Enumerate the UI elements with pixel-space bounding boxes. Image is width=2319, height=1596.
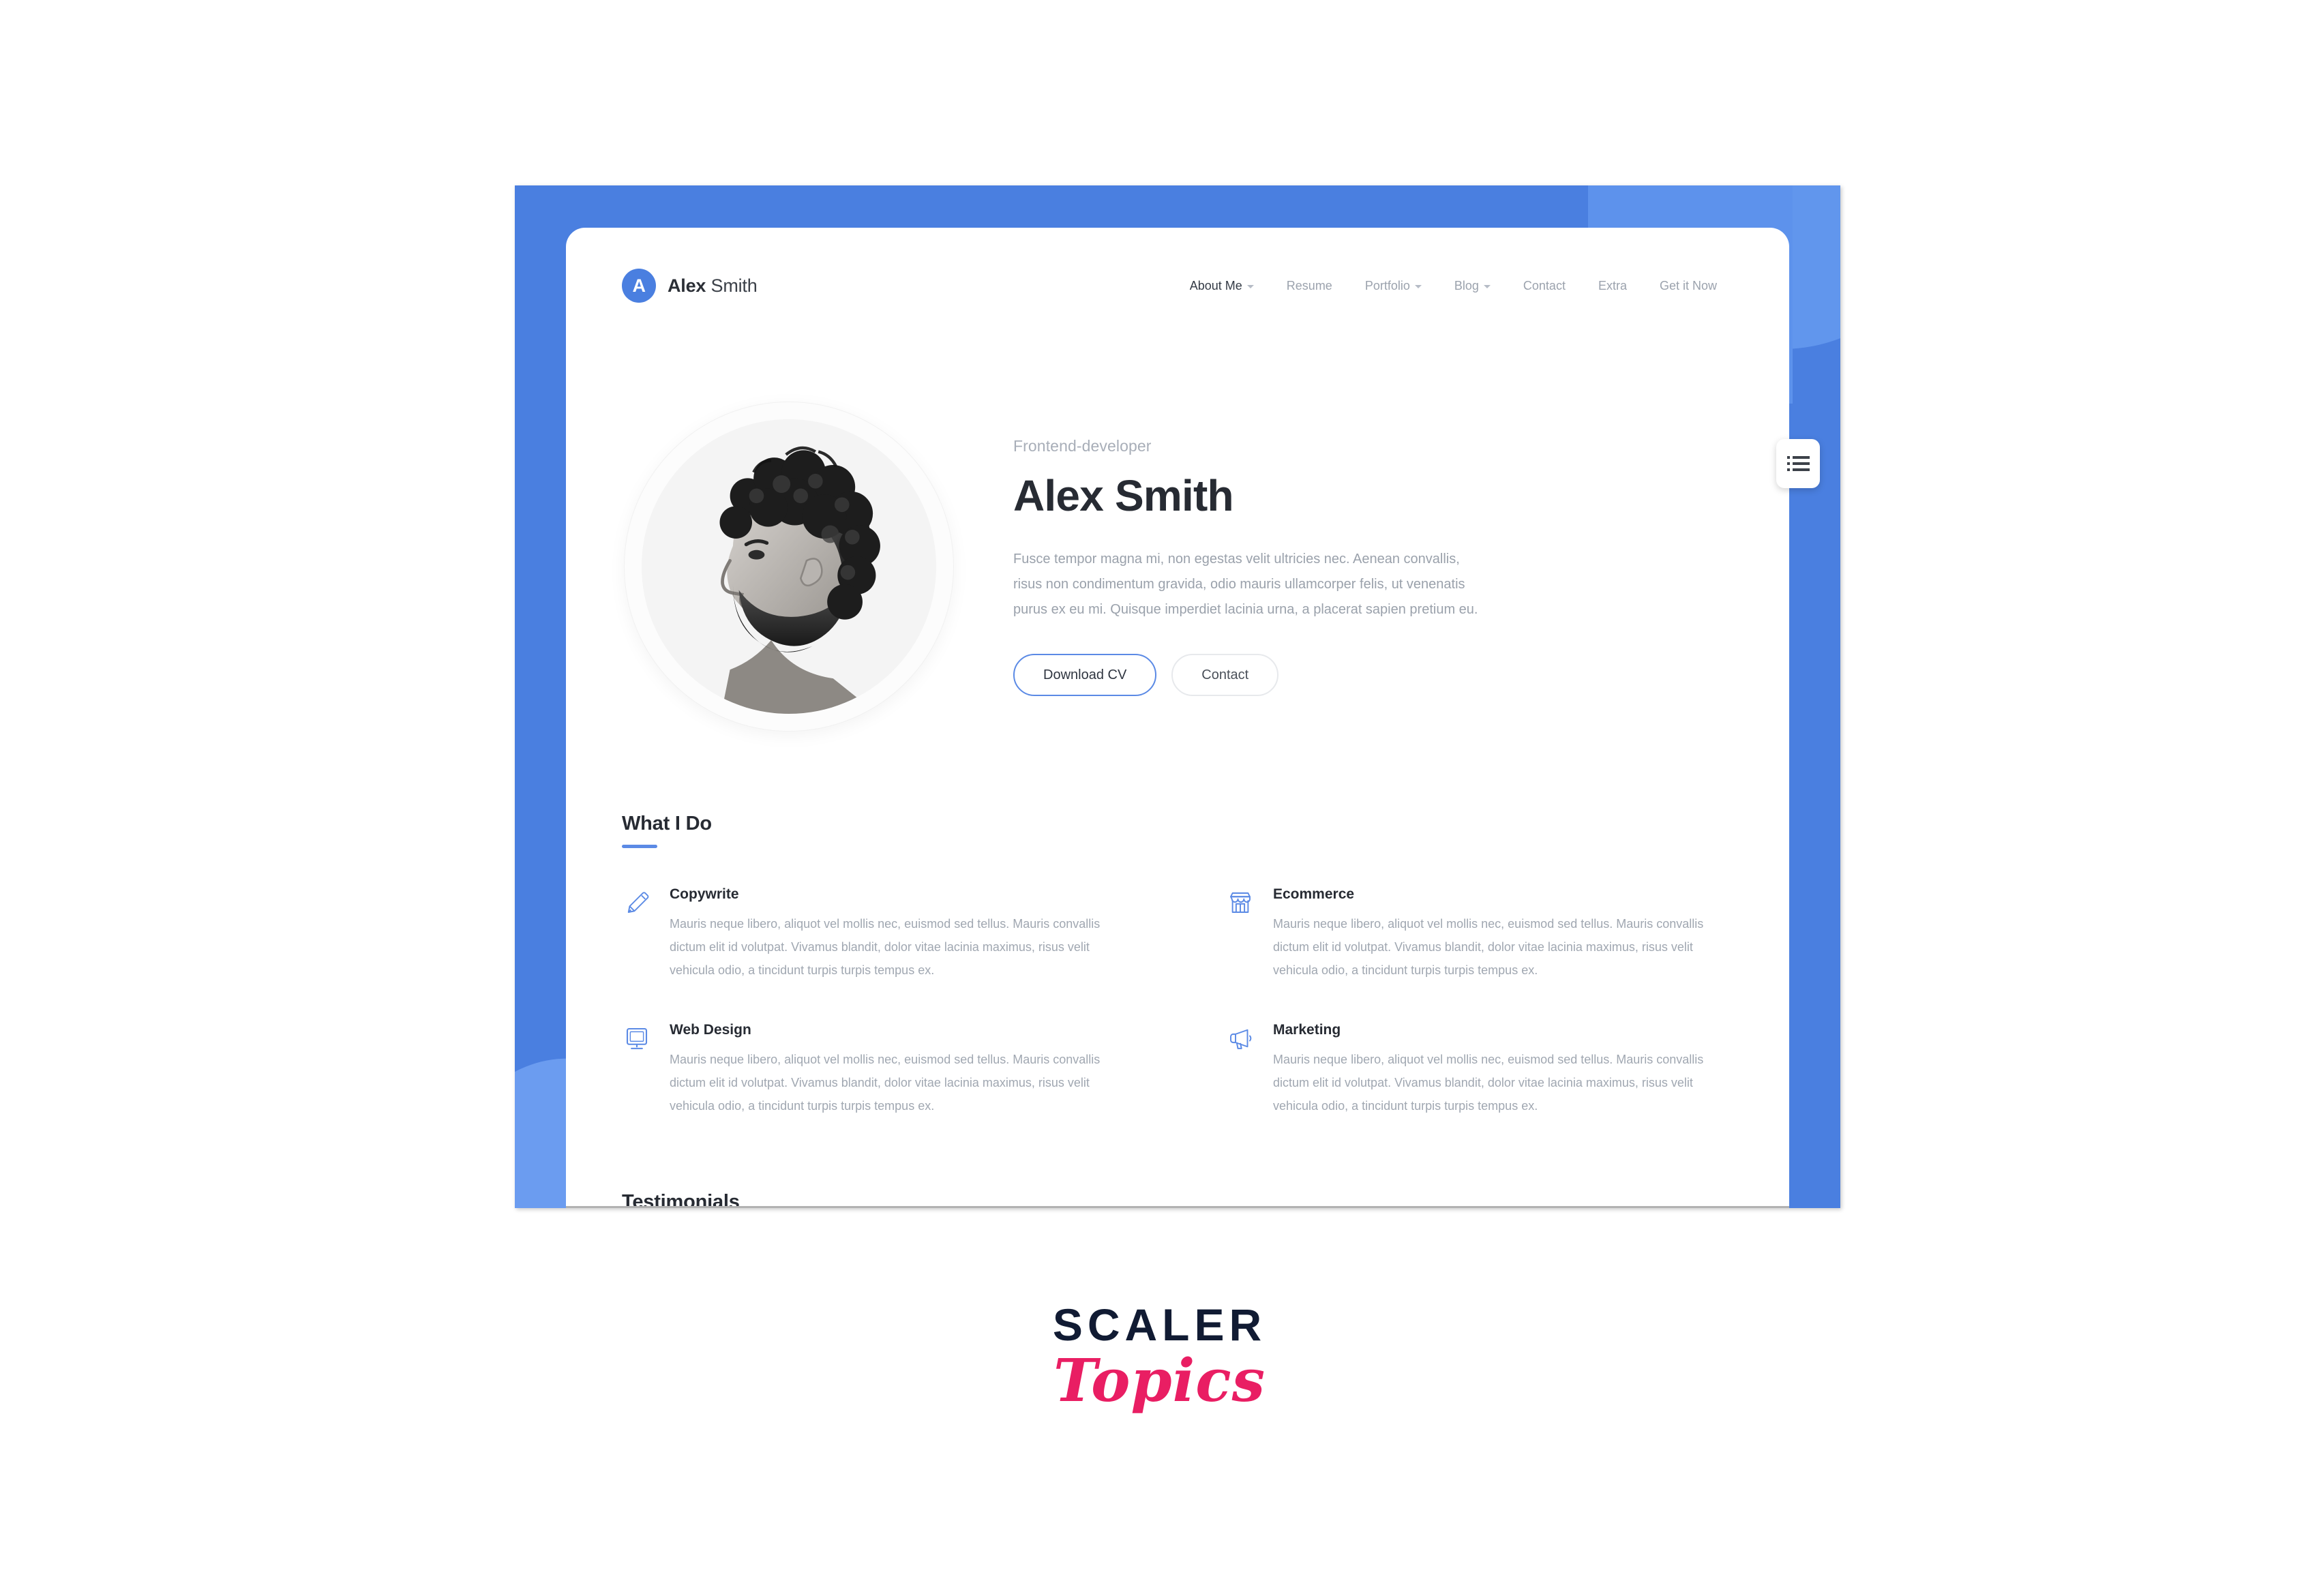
side-menu-tab[interactable]: [1776, 439, 1820, 488]
nav-label: Resume: [1286, 278, 1332, 292]
site-header: A Alex Smith About Me Resume Portfolio B…: [622, 228, 1733, 329]
list-menu-icon: [1786, 456, 1810, 471]
hero-role: Frontend-developer: [1013, 437, 1152, 455]
watermark-topics: Topics: [1053, 1346, 1266, 1415]
service-description: Mauris neque libero, aliquot vel mollis …: [670, 1052, 1101, 1113]
chevron-down-icon: [1414, 285, 1422, 288]
service-description: Mauris neque libero, aliquot vel mollis …: [670, 917, 1101, 978]
blue-background-frame: A Alex Smith About Me Resume Portfolio B…: [515, 185, 1840, 1208]
nav-label: Portfolio: [1364, 278, 1410, 292]
service-description: Mauris neque libero, aliquot vel mollis …: [1273, 917, 1704, 978]
viewport-bottom-edge: [566, 1206, 1789, 1208]
service-item: Web Design Mauris neque libero, aliquot …: [622, 1022, 1130, 1118]
nav-item-contact[interactable]: Contact: [1507, 279, 1582, 293]
download-cv-button[interactable]: Download CV: [1013, 654, 1157, 696]
portrait-ring: [625, 402, 953, 731]
service-title: Ecommerce: [1273, 886, 1355, 902]
nav-label: Contact: [1523, 278, 1566, 292]
what-i-do-section: What I Do Copywrite Mauris neque libero,…: [622, 731, 1733, 1117]
brand-badge-icon: A: [622, 269, 656, 303]
nav-item-about-me[interactable]: About Me: [1173, 279, 1270, 293]
nav-label: Extra: [1598, 278, 1627, 292]
nav-label: Blog: [1454, 278, 1479, 292]
megaphone-icon: [1225, 1023, 1255, 1053]
nav-item-get-it-now[interactable]: Get it Now: [1643, 279, 1733, 293]
main-navigation: About Me Resume Portfolio Blog Contact E…: [1173, 279, 1733, 293]
website-content-card: A Alex Smith About Me Resume Portfolio B…: [566, 228, 1789, 1208]
chevron-down-icon: [1246, 285, 1254, 288]
chevron-down-icon: [1483, 285, 1491, 288]
monitor-icon: [622, 1023, 652, 1053]
brand-name-first: Alex: [668, 275, 706, 296]
nav-item-resume[interactable]: Resume: [1270, 279, 1349, 293]
service-item: Copywrite Mauris neque libero, aliquot v…: [622, 886, 1130, 982]
brand-name: Alex Smith: [668, 275, 758, 297]
service-title: Web Design: [670, 1021, 751, 1038]
nav-item-portfolio[interactable]: Portfolio: [1349, 279, 1438, 293]
page-title: Alex Smith: [1013, 471, 1234, 520]
hero-text-block: Frontend-developer Alex Smith Fusce temp…: [1004, 437, 1522, 696]
browser-frame: A Alex Smith About Me Resume Portfolio B…: [515, 185, 1840, 1208]
brand-name-last: Smith: [706, 275, 758, 296]
nav-item-extra[interactable]: Extra: [1582, 279, 1643, 293]
testimonials-section: Testimonials: [622, 1117, 1733, 1208]
brand-logo[interactable]: A Alex Smith: [622, 269, 758, 303]
pencil-icon: [622, 888, 652, 918]
service-description: Mauris neque libero, aliquot vel mollis …: [1273, 1052, 1704, 1113]
services-grid: Copywrite Mauris neque libero, aliquot v…: [622, 848, 1733, 1117]
section-heading: What I Do: [622, 813, 712, 834]
watermark: SCALER Topics: [0, 1299, 2319, 1415]
contact-button[interactable]: Contact: [1171, 654, 1279, 696]
nav-label: Get it Now: [1659, 278, 1717, 292]
hero-section: Frontend-developer Alex Smith Fusce temp…: [622, 329, 1733, 731]
service-item: Marketing Mauris neque libero, aliquot v…: [1225, 1022, 1733, 1118]
shop-icon: [1225, 888, 1255, 918]
watermark-scaler: SCALER: [1052, 1299, 1267, 1350]
service-title: Marketing: [1273, 1021, 1341, 1038]
avatar: [642, 419, 936, 714]
hero-actions: Download CV Contact: [1013, 654, 1522, 696]
hero-description: Fusce tempor magna mi, non egestas velit…: [1013, 552, 1478, 617]
nav-label: About Me: [1189, 278, 1242, 292]
service-item: Ecommerce Mauris neque libero, aliquot v…: [1225, 886, 1733, 982]
hero-portrait-container: [622, 402, 956, 731]
nav-item-blog[interactable]: Blog: [1438, 279, 1507, 293]
service-title: Copywrite: [670, 886, 739, 902]
